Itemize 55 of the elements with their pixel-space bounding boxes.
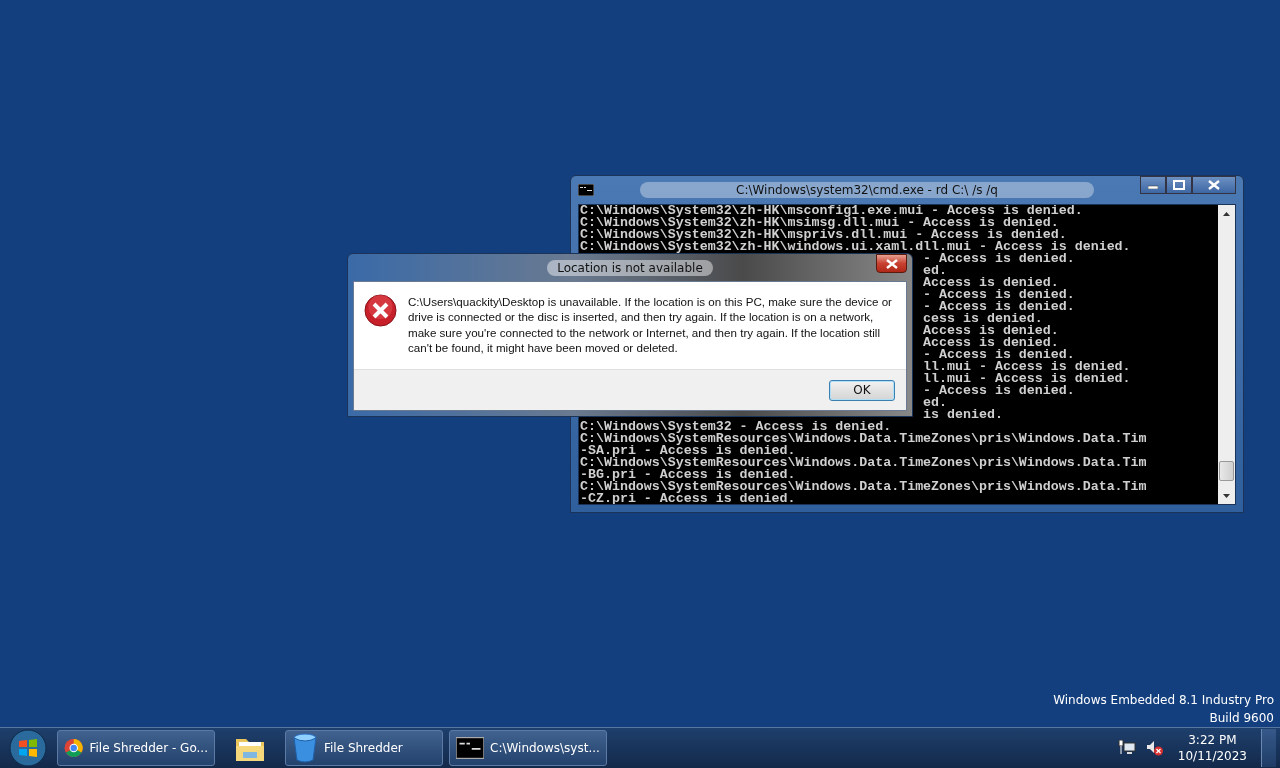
ok-button[interactable]: OK: [829, 379, 895, 401]
bin-icon: [292, 733, 318, 763]
scroll-up-icon[interactable]: [1223, 211, 1230, 216]
console-icon: [578, 184, 594, 196]
console-line: C:\Windows\SystemResources\Windows.Data.TimeZones\pris\Windows.Data.Tim: [580, 457, 1147, 469]
error-icon: [364, 294, 397, 327]
console-line: ed.: [923, 265, 948, 277]
close-button[interactable]: [1192, 176, 1236, 194]
console-line: C:\Windows\System32\zh-HK\msprivs.dll.mui - Access is denied.: [580, 229, 1067, 241]
console-line: -SA.pri - Access is denied.: [580, 445, 796, 457]
clock-date: 10/11/2023: [1177, 749, 1247, 763]
console-line: - Access is denied.: [923, 349, 1075, 361]
close-button[interactable]: [876, 254, 907, 273]
edition-text: Windows Embedded 8.1 Industry Pro: [1053, 693, 1274, 707]
maximize-icon: [1173, 180, 1185, 190]
console-line: ll.mui - Access is denied.: [923, 361, 1131, 373]
console-line: -CZ.pri - Access is denied.: [580, 493, 796, 504]
console-line: - Access is denied.: [923, 253, 1075, 265]
muted-volume-icon[interactable]: [1145, 740, 1164, 756]
maximize-button[interactable]: [1166, 176, 1192, 194]
close-icon: [885, 258, 898, 269]
console-line: C:\Windows\System32\zh-HK\msimsg.dll.mui - Access is denied.: [580, 217, 1059, 229]
console-line: -BG.pri - Access is denied.: [580, 469, 796, 481]
scroll-down-icon[interactable]: [1223, 493, 1230, 498]
taskbar-button[interactable]: File Shredder - Go...: [57, 730, 215, 766]
network-icon[interactable]: [1117, 740, 1136, 756]
console-line: C:\Windows\System32 - Access is denied.: [580, 421, 892, 433]
clock-time: 3:22 PM: [1188, 733, 1237, 747]
console-line: is denied.: [923, 409, 1003, 421]
error-message: C:\Users\quackity\Desktop is unavailable. If the location is on this PC, make sure the device or drive is connected or the disc is inserted, and then try again. If the location is on a network, make sure you're connected to the network or Internet, and then try again. If the location still can't be found, it might have been moved or deleted.: [408, 294, 893, 356]
taskbar-button[interactable]: C:\Windows\syst...: [449, 730, 607, 766]
scroll-thumb[interactable]: [1219, 461, 1234, 481]
console-line: Access is denied.: [923, 325, 1059, 337]
dialog-title: Location is not available: [547, 259, 713, 276]
close-icon: [1208, 180, 1220, 190]
console-line: ll.mui - Access is denied.: [923, 373, 1131, 385]
console-icon: [456, 737, 484, 759]
start-button[interactable]: [9, 729, 47, 767]
show-desktop-button[interactable]: [1261, 729, 1276, 767]
window-title: C:\Windows\system32\cmd.exe - rd C:\ /s /q: [640, 182, 1094, 198]
console-line: C:\Windows\SystemResources\Windows.Data.TimeZones\pris\Windows.Data.Tim: [580, 481, 1147, 493]
edition-text: Build 9600: [1209, 711, 1274, 725]
console-line: - Access is denied.: [923, 385, 1075, 397]
console-line: C:\Windows\SystemResources\Windows.Data.TimeZones\pris\Windows.Data.Tim: [580, 433, 1147, 445]
console-line: cess is denied.: [923, 313, 1043, 325]
console-line: C:\Windows\System32\zh-HK\msconfig1.exe.mui - Access is denied.: [580, 205, 1083, 217]
console-line: - Access is denied.: [923, 301, 1075, 313]
console-line: Access is denied.: [923, 337, 1059, 349]
taskbar-button[interactable]: File Shredder: [285, 730, 443, 766]
console-line: - Access is denied.: [923, 289, 1075, 301]
console-line: C:\Windows\System32\zh-HK\windows.ui.xaml.dll.mui - Access is denied.: [580, 241, 1131, 253]
console-line: Access is denied.: [923, 277, 1059, 289]
minimize-button[interactable]: [1140, 176, 1166, 194]
console-line: ed.: [923, 397, 948, 409]
scrollbar[interactable]: [1218, 205, 1235, 504]
